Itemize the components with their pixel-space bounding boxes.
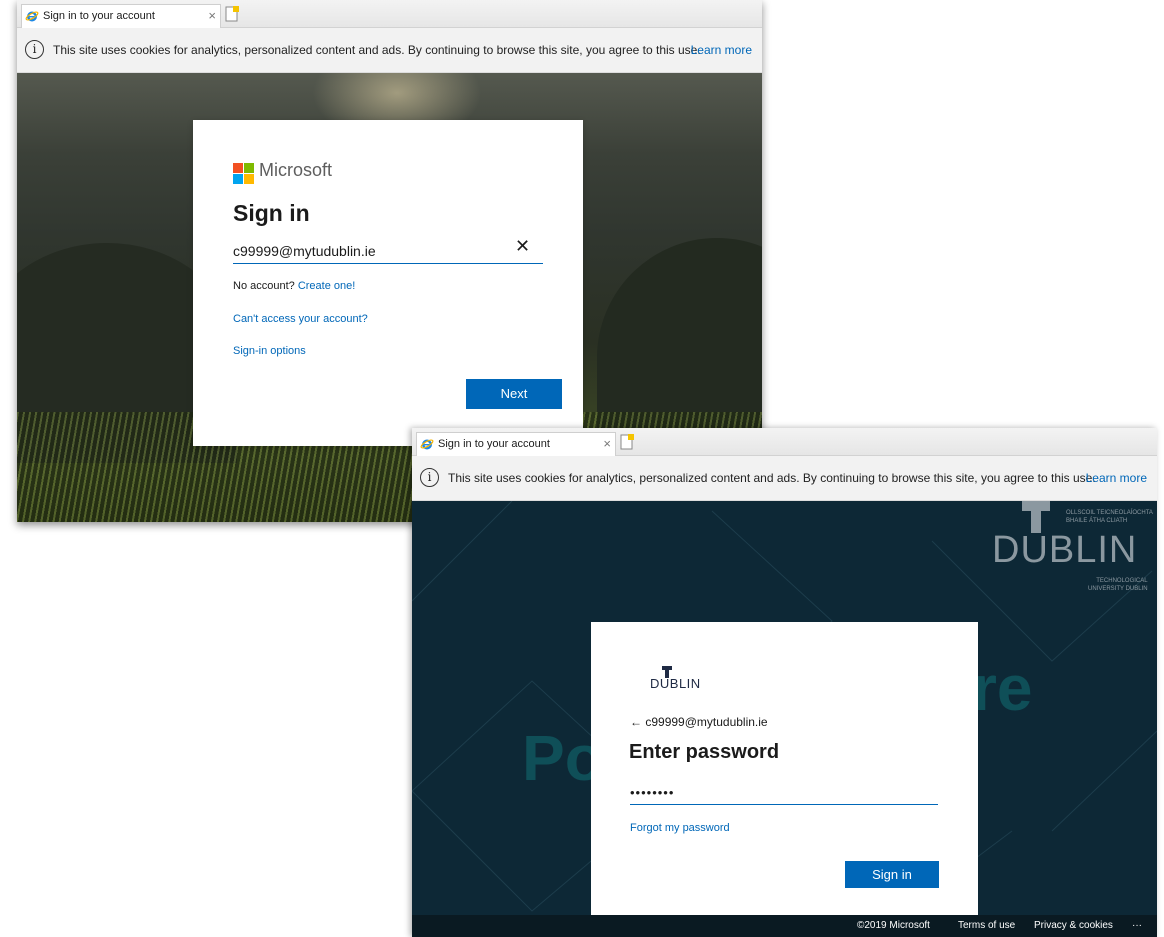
tab-bar: Sign in to your account × (17, 0, 762, 28)
cookie-text: This site uses cookies for analytics, pe… (53, 43, 701, 57)
back-identity[interactable]: ← c99999@mytudublin.ie (630, 715, 768, 729)
signin-options-link[interactable]: Sign-in options (233, 345, 306, 357)
cant-access-link[interactable]: Can't access your account? (233, 313, 368, 325)
new-tab-icon[interactable] (223, 5, 241, 23)
tab-title: Sign in to your account (438, 438, 550, 450)
close-tab-icon[interactable]: × (603, 436, 611, 451)
tud-brand-english: TECHNOLOGICAL UNIVERSITY DUBLIN (1088, 578, 1148, 592)
browser-tab[interactable]: Sign in to your account × (21, 4, 221, 28)
sign-in-button[interactable]: Sign in (845, 861, 939, 888)
password-field[interactable] (630, 780, 938, 805)
back-arrow-icon[interactable]: ← (630, 715, 642, 729)
create-account-link[interactable]: Create one! (298, 280, 355, 292)
email-field[interactable] (233, 238, 543, 264)
new-tab-icon[interactable] (618, 433, 636, 451)
page-title: Enter password (629, 741, 780, 763)
tud-background: Po re DUBLIN OLLSCOIL TEICNEOLAÍOCHTA BH… (412, 501, 1157, 937)
no-account-label: No account? (233, 280, 298, 292)
copyright-text: ©2019 Microsoft (857, 920, 930, 931)
tud-brand-word: DUBLIN (992, 529, 1138, 571)
info-icon: i (25, 40, 44, 59)
tud-logo-icon: DUBLIN (650, 666, 710, 696)
background-text: re (972, 652, 1033, 724)
close-tab-icon[interactable]: × (208, 8, 216, 23)
internet-explorer-icon (420, 439, 434, 450)
internet-explorer-icon (25, 11, 39, 22)
password-card: DUBLIN ← c99999@mytudublin.ie Enter pass… (591, 622, 978, 927)
clear-icon[interactable]: ✕ (515, 236, 530, 257)
tab-title: Sign in to your account (43, 10, 155, 22)
no-account-text: No account? Create one! (233, 280, 355, 292)
tab-bar: Sign in to your account × (412, 428, 1157, 456)
microsoft-logo-icon (233, 163, 254, 184)
cookie-banner: i This site uses cookies for analytics, … (412, 456, 1157, 501)
learn-more-link[interactable]: Learn more (1086, 471, 1147, 485)
more-options-icon[interactable]: ··· (1132, 915, 1142, 937)
browser-window-password: Sign in to your account × i This site us… (412, 428, 1157, 937)
info-icon: i (420, 468, 439, 487)
learn-more-link[interactable]: Learn more (691, 43, 752, 57)
tud-brand-irish: OLLSCOIL TEICNEOLAÍOCHTA BHAILE ÁTHA CLI… (1066, 510, 1153, 524)
microsoft-brand-name: Microsoft (259, 160, 333, 180)
footer: ©2019 Microsoft Terms of use Privacy & c… (412, 915, 1157, 937)
cookie-text: This site uses cookies for analytics, pe… (448, 471, 1096, 485)
signin-card: Microsoft Sign in ✕ No account? Create o… (193, 120, 583, 446)
browser-tab[interactable]: Sign in to your account × (416, 432, 616, 456)
forgot-password-link[interactable]: Forgot my password (630, 822, 730, 834)
tud-brand-logo: DUBLIN OLLSCOIL TEICNEOLAÍOCHTA BHAILE Á… (992, 501, 1153, 601)
cookie-banner: i This site uses cookies for analytics, … (17, 28, 762, 73)
privacy-link[interactable]: Privacy & cookies (1034, 915, 1113, 937)
terms-link[interactable]: Terms of use (958, 915, 1015, 937)
next-button[interactable]: Next (466, 379, 562, 409)
tud-logo-word: DUBLIN (650, 676, 701, 691)
identity-email: c99999@mytudublin.ie (645, 715, 768, 729)
page-title: Sign in (233, 200, 310, 226)
